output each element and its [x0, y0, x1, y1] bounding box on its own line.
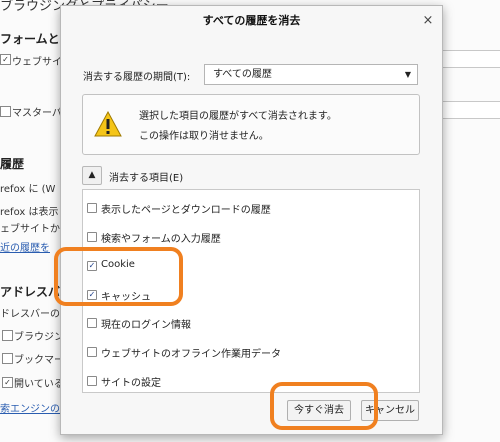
details-toggle-button[interactable]: ▲ [82, 166, 102, 185]
master-password-checkbox[interactable] [0, 106, 11, 117]
item-label: サイトの設定 [101, 378, 161, 389]
warning-box: 選択した項目の履歴がすべて消去されます。 この操作は取り消せません。 [82, 94, 420, 155]
history-heading: 履歴 [0, 157, 25, 171]
open-tabs-label: 開いている [14, 379, 64, 390]
recent-history-link[interactable]: 近の履歴を [0, 239, 50, 254]
item-form-search-history[interactable]: 検索やフォームの入力履歴 [87, 229, 407, 245]
website-checkbox[interactable]: ✓ [0, 54, 11, 65]
chevron-up-icon: ▲ [88, 170, 96, 180]
warning-triangle-icon [94, 111, 122, 137]
background-field[interactable] [440, 50, 500, 68]
item-label: 検索やフォームの入力履歴 [101, 234, 221, 245]
clear-history-dialog: すべての履歴を消去 × 消去する履歴の期間(T): すべての履歴 ▼ 選択した項… [60, 5, 443, 435]
warning-text-line1: 選択した項目の履歴がすべて消去されます。 [139, 111, 337, 122]
bookmarks-checkbox[interactable] [2, 353, 13, 364]
firefox-history-text: refox に (W [0, 184, 56, 195]
time-range-select[interactable]: すべての履歴 ▼ [204, 64, 418, 85]
item-offline-website-data[interactable]: ウェブサイトのオフライン作業用データ [87, 344, 407, 360]
item-browsing-download-history[interactable]: 表示したページとダウンロードの履歴 [87, 200, 407, 216]
checkbox[interactable] [87, 347, 97, 357]
website-checkbox-label: ウェブサイ [12, 57, 62, 68]
items-section-label: 消去する項目(E) [109, 173, 184, 184]
item-label: 現在のログイン情報 [101, 320, 191, 331]
item-label: 表示したページとダウンロードの履歴 [101, 205, 271, 216]
checkbox[interactable] [87, 232, 97, 242]
chevron-down-icon: ▼ [404, 70, 411, 79]
checkbox[interactable] [87, 376, 97, 386]
browsing-history-label: ブラウジン [14, 332, 64, 343]
item-active-logins[interactable]: 現在のログイン情報 [87, 315, 407, 331]
firefox-history-desc: refox は表示 [0, 207, 59, 218]
time-range-value: すべての履歴 [213, 69, 272, 80]
checkbox[interactable] [87, 203, 97, 213]
background-field[interactable] [440, 101, 500, 119]
warning-text-line2: この操作は取り消せません。 [139, 131, 269, 142]
highlight-cookie-cache [54, 247, 183, 306]
search-engine-link[interactable]: 索エンジンの [0, 400, 60, 415]
dialog-title: すべての履歴を消去 [202, 14, 301, 27]
open-tabs-checkbox[interactable]: ✓ [2, 377, 13, 388]
time-range-label: 消去する履歴の期間(T): [83, 72, 191, 83]
address-bar-desc: ドレスバーの [0, 309, 60, 320]
checkbox[interactable] [87, 318, 97, 328]
website-history-text: ェブサイトか [0, 224, 60, 235]
master-password-label: マスターパ [12, 108, 62, 119]
browsing-history-checkbox[interactable] [2, 330, 13, 341]
bookmarks-label: ブックマー [14, 355, 64, 366]
highlight-clear-now-button [270, 382, 378, 430]
item-label: ウェブサイトのオフライン作業用データ [101, 349, 281, 360]
close-icon[interactable]: × [420, 13, 436, 29]
